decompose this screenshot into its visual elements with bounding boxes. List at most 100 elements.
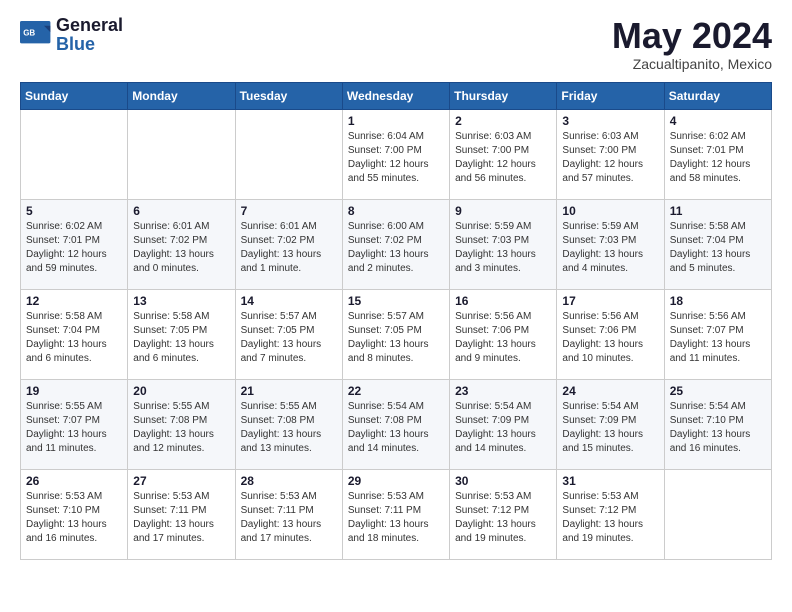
calendar-week-3: 12Sunrise: 5:58 AM Sunset: 7:04 PM Dayli… bbox=[21, 289, 772, 379]
calendar-cell: 8Sunrise: 6:00 AM Sunset: 7:02 PM Daylig… bbox=[342, 199, 449, 289]
calendar-cell: 3Sunrise: 6:03 AM Sunset: 7:00 PM Daylig… bbox=[557, 109, 664, 199]
day-number: 3 bbox=[562, 114, 658, 128]
day-number: 6 bbox=[133, 204, 229, 218]
logo-text: General Blue bbox=[56, 16, 123, 54]
calendar-cell: 17 Sunrise: 5:56 AM Sunset: 7:06 PM Dayli… bbox=[557, 289, 664, 379]
calendar-header-row: SundayMondayTuesdayWednesdayThursdayFrid… bbox=[21, 82, 772, 109]
day-info: Sunrise: 5:58 AM Sunset: 7:04 PM Dayligh… bbox=[670, 220, 766, 276]
day-number: 2 bbox=[455, 114, 551, 128]
calendar-cell: 19 Sunrise: 5:55 AM Sunset: 7:07 PM Dayli… bbox=[21, 379, 128, 469]
calendar-cell bbox=[235, 109, 342, 199]
calendar-cell: 12Sunrise: 5:58 AM Sunset: 7:04 PM Dayli… bbox=[21, 289, 128, 379]
day-info: Sunrise: 6:02 AM Sunset: 7:01 PM Dayligh… bbox=[670, 130, 766, 186]
calendar-cell: 11 Sunrise: 5:58 AM Sunset: 7:04 PM Dayli… bbox=[664, 199, 771, 289]
calendar-cell: 1Sunrise: 6:04 AM Sunset: 7:00 PM Daylig… bbox=[342, 109, 449, 199]
calendar-cell: 9Sunrise: 5:59 AM Sunset: 7:03 PM Daylig… bbox=[450, 199, 557, 289]
day-number: 30 bbox=[455, 474, 551, 488]
day-number: 1 bbox=[348, 114, 444, 128]
calendar-cell: 18 Sunrise: 5:56 AM Sunset: 7:07 PM Dayli… bbox=[664, 289, 771, 379]
calendar-cell bbox=[21, 109, 128, 199]
calendar-cell: 21 Sunrise: 5:55 AM Sunset: 7:08 PM Dayli… bbox=[235, 379, 342, 469]
day-info: Sunrise: 5:55 AM Sunset: 7:07 PM Dayligh… bbox=[26, 400, 122, 456]
day-info: Sunrise: 5:55 AM Sunset: 7:08 PM Dayligh… bbox=[241, 400, 337, 456]
day-info: Sunrise: 5:57 AM Sunset: 7:05 PM Dayligh… bbox=[348, 310, 444, 366]
calendar-week-1: 1Sunrise: 6:04 AM Sunset: 7:00 PM Daylig… bbox=[21, 109, 772, 199]
calendar-week-5: 26 Sunrise: 5:53 AM Sunset: 7:10 PM Dayli… bbox=[21, 469, 772, 559]
calendar-cell: 30 Sunrise: 5:53 AM Sunset: 7:12 PM Dayli… bbox=[450, 469, 557, 559]
day-info: Sunrise: 5:56 AM Sunset: 7:06 PM Dayligh… bbox=[455, 310, 551, 366]
col-header-monday: Monday bbox=[128, 82, 235, 109]
day-info: Sunrise: 5:53 AM Sunset: 7:11 PM Dayligh… bbox=[348, 490, 444, 546]
day-info: Sunrise: 5:58 AM Sunset: 7:04 PM Dayligh… bbox=[26, 310, 122, 366]
day-info: Sunrise: 5:53 AM Sunset: 7:11 PM Dayligh… bbox=[241, 490, 337, 546]
col-header-tuesday: Tuesday bbox=[235, 82, 342, 109]
calendar-week-2: 5Sunrise: 6:02 AM Sunset: 7:01 PM Daylig… bbox=[21, 199, 772, 289]
calendar-cell bbox=[128, 109, 235, 199]
calendar-cell: 13 Sunrise: 5:58 AM Sunset: 7:05 PM Dayli… bbox=[128, 289, 235, 379]
col-header-friday: Friday bbox=[557, 82, 664, 109]
day-info: Sunrise: 5:54 AM Sunset: 7:09 PM Dayligh… bbox=[562, 400, 658, 456]
day-number: 17 bbox=[562, 294, 658, 308]
day-number: 23 bbox=[455, 384, 551, 398]
calendar-cell: 6 Sunrise: 6:01 AM Sunset: 7:02 PM Daylig… bbox=[128, 199, 235, 289]
day-info: Sunrise: 5:56 AM Sunset: 7:06 PM Dayligh… bbox=[562, 310, 658, 366]
day-info: Sunrise: 5:55 AM Sunset: 7:08 PM Dayligh… bbox=[133, 400, 229, 456]
calendar-cell: 15 Sunrise: 5:57 AM Sunset: 7:05 PM Dayli… bbox=[342, 289, 449, 379]
calendar-cell: 16Sunrise: 5:56 AM Sunset: 7:06 PM Dayli… bbox=[450, 289, 557, 379]
day-number: 7 bbox=[241, 204, 337, 218]
day-number: 13 bbox=[133, 294, 229, 308]
day-number: 4 bbox=[670, 114, 766, 128]
day-number: 18 bbox=[670, 294, 766, 308]
calendar-cell: 14 Sunrise: 5:57 AM Sunset: 7:05 PM Dayli… bbox=[235, 289, 342, 379]
day-info: Sunrise: 5:53 AM Sunset: 7:10 PM Dayligh… bbox=[26, 490, 122, 546]
logo-general: General bbox=[56, 16, 123, 35]
calendar-cell: 2 Sunrise: 6:03 AM Sunset: 7:00 PM Daylig… bbox=[450, 109, 557, 199]
day-number: 11 bbox=[670, 204, 766, 218]
day-info: Sunrise: 6:03 AM Sunset: 7:00 PM Dayligh… bbox=[455, 130, 551, 186]
day-info: Sunrise: 5:54 AM Sunset: 7:10 PM Dayligh… bbox=[670, 400, 766, 456]
day-info: Sunrise: 5:53 AM Sunset: 7:11 PM Dayligh… bbox=[133, 490, 229, 546]
day-number: 25 bbox=[670, 384, 766, 398]
calendar-cell bbox=[664, 469, 771, 559]
day-number: 28 bbox=[241, 474, 337, 488]
day-info: Sunrise: 5:59 AM Sunset: 7:03 PM Dayligh… bbox=[455, 220, 551, 276]
day-number: 19 bbox=[26, 384, 122, 398]
day-number: 26 bbox=[26, 474, 122, 488]
col-header-wednesday: Wednesday bbox=[342, 82, 449, 109]
title-block: May 2024 Zacualtipanito, Mexico bbox=[612, 16, 772, 72]
day-info: Sunrise: 5:53 AM Sunset: 7:12 PM Dayligh… bbox=[562, 490, 658, 546]
calendar-week-4: 19 Sunrise: 5:55 AM Sunset: 7:07 PM Dayli… bbox=[21, 379, 772, 469]
day-number: 27 bbox=[133, 474, 229, 488]
day-number: 15 bbox=[348, 294, 444, 308]
calendar-cell: 28 Sunrise: 5:53 AM Sunset: 7:11 PM Dayli… bbox=[235, 469, 342, 559]
calendar-cell: 23 Sunrise: 5:54 AM Sunset: 7:09 PM Dayli… bbox=[450, 379, 557, 469]
calendar-cell: 24 Sunrise: 5:54 AM Sunset: 7:09 PM Dayli… bbox=[557, 379, 664, 469]
month-year: May 2024 bbox=[612, 16, 772, 56]
day-number: 22 bbox=[348, 384, 444, 398]
day-number: 20 bbox=[133, 384, 229, 398]
calendar: SundayMondayTuesdayWednesdayThursdayFrid… bbox=[20, 82, 772, 560]
day-number: 14 bbox=[241, 294, 337, 308]
calendar-cell: 25 Sunrise: 5:54 AM Sunset: 7:10 PM Dayli… bbox=[664, 379, 771, 469]
day-info: Sunrise: 6:01 AM Sunset: 7:02 PM Dayligh… bbox=[133, 220, 229, 276]
page-header: GB General Blue May 2024 Zacualtipanito,… bbox=[20, 16, 772, 72]
day-number: 24 bbox=[562, 384, 658, 398]
day-info: Sunrise: 5:54 AM Sunset: 7:08 PM Dayligh… bbox=[348, 400, 444, 456]
day-info: Sunrise: 5:57 AM Sunset: 7:05 PM Dayligh… bbox=[241, 310, 337, 366]
svg-text:GB: GB bbox=[23, 28, 35, 37]
day-info: Sunrise: 5:56 AM Sunset: 7:07 PM Dayligh… bbox=[670, 310, 766, 366]
calendar-cell: 27 Sunrise: 5:53 AM Sunset: 7:11 PM Dayli… bbox=[128, 469, 235, 559]
logo-blue: Blue bbox=[56, 35, 123, 54]
day-info: Sunrise: 5:53 AM Sunset: 7:12 PM Dayligh… bbox=[455, 490, 551, 546]
day-number: 31 bbox=[562, 474, 658, 488]
day-info: Sunrise: 6:02 AM Sunset: 7:01 PM Dayligh… bbox=[26, 220, 122, 276]
day-number: 21 bbox=[241, 384, 337, 398]
calendar-cell: 20 Sunrise: 5:55 AM Sunset: 7:08 PM Dayli… bbox=[128, 379, 235, 469]
day-info: Sunrise: 5:54 AM Sunset: 7:09 PM Dayligh… bbox=[455, 400, 551, 456]
day-info: Sunrise: 5:58 AM Sunset: 7:05 PM Dayligh… bbox=[133, 310, 229, 366]
day-info: Sunrise: 6:01 AM Sunset: 7:02 PM Dayligh… bbox=[241, 220, 337, 276]
day-info: Sunrise: 5:59 AM Sunset: 7:03 PM Dayligh… bbox=[562, 220, 658, 276]
logo-icon: GB bbox=[20, 21, 52, 49]
col-header-sunday: Sunday bbox=[21, 82, 128, 109]
calendar-cell: 10Sunrise: 5:59 AM Sunset: 7:03 PM Dayli… bbox=[557, 199, 664, 289]
